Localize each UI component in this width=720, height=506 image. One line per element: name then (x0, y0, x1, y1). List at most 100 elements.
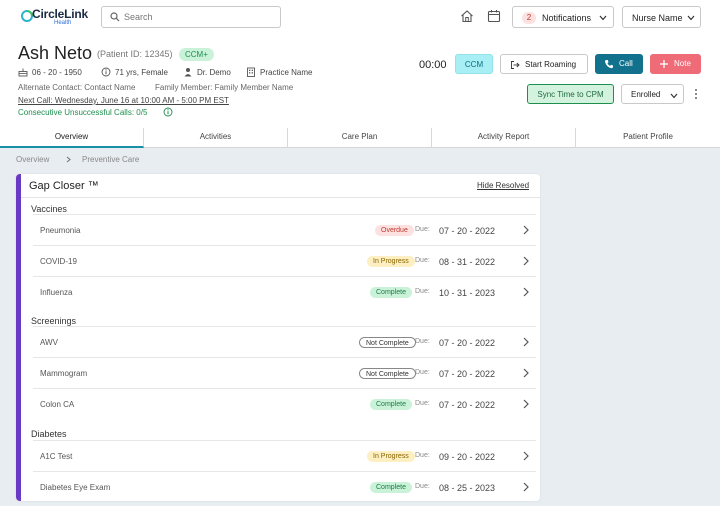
due-date: 08 - 31 - 2022 (439, 257, 496, 267)
sync-time-button[interactable]: Sync Time to CPM (527, 84, 614, 104)
status-badge: Complete (370, 399, 412, 410)
next-call-link[interactable]: Next Call: Wednesday, June 16 at 10:00 A… (18, 96, 229, 105)
due-label: Due: (415, 452, 430, 459)
breadcrumb-overview[interactable]: Overview (16, 155, 49, 164)
info-icon[interactable] (163, 107, 173, 117)
gap-closer-card: Gap Closer ™ Hide Resolved Vaccines Pneum… (16, 174, 540, 501)
tab-care-plan[interactable]: Care Plan (288, 128, 432, 148)
call-label: Call (619, 59, 633, 68)
due-label: Due: (415, 288, 430, 295)
program-badge: CCM+ (179, 48, 214, 61)
tab-activity-report[interactable]: Activity Report (432, 128, 576, 148)
gap-item-row[interactable]: AWV Not Complete Due: 07 - 20 - 2022 (33, 326, 536, 357)
patient-practice-text: Practice Name (260, 68, 313, 77)
gap-item-name: Pneumonia (40, 226, 81, 235)
breadcrumb-preventive-care: Preventive Care (82, 155, 140, 164)
brand-subtitle: Health (54, 20, 72, 26)
circlelink-logo[interactable]: CircleLink Health (20, 6, 90, 28)
chevron-right-icon[interactable] (523, 287, 529, 297)
chevron-right-icon[interactable] (523, 399, 529, 409)
note-button[interactable]: Note (650, 54, 701, 74)
brand-name: CircleLink (32, 7, 89, 21)
search-input[interactable] (124, 9, 274, 25)
person-icon (184, 68, 192, 77)
gap-item-row[interactable]: Pneumonia Overdue Due: 07 - 20 - 2022 (33, 214, 536, 245)
gap-item-row[interactable]: Influenza Complete Due: 10 - 31 - 2023 (33, 276, 536, 307)
gap-item-row[interactable]: Colon CA Complete Due: 07 - 20 - 2022 (33, 388, 536, 419)
chevron-right-icon[interactable] (523, 451, 529, 461)
hide-resolved-link[interactable]: Hide Resolved (477, 181, 529, 190)
notifications-dropdown[interactable]: 2 Notifications (512, 6, 614, 28)
unsuccessful-calls: Consecutive Unsuccessful Calls: 0/5 (18, 107, 173, 117)
gap-item-row[interactable]: Mammogram Not Complete Due: 07 - 20 - 2022 (33, 357, 536, 388)
gap-item-row[interactable]: COVID-19 In Progress Due: 08 - 31 - 2022 (33, 245, 536, 276)
unsuccessful-calls-text: Consecutive Unsuccessful Calls: 0/5 (18, 108, 148, 117)
due-label: Due: (415, 338, 430, 345)
info-icon (101, 67, 111, 77)
breadcrumb: Overview Preventive Care (16, 155, 139, 164)
chevron-right-icon[interactable] (523, 482, 529, 492)
due-label: Due: (415, 257, 430, 264)
calendar-icon[interactable] (487, 9, 501, 23)
patient-name: Ash Neto (18, 43, 93, 63)
gap-item-name: Colon CA (40, 400, 75, 409)
call-button[interactable]: Call (595, 54, 643, 74)
due-label: Due: (415, 400, 430, 407)
section-heading: Screenings (31, 316, 77, 326)
section-heading: Diabetes (31, 429, 67, 439)
enrollment-dropdown[interactable]: Enrolled (621, 84, 684, 104)
status-badge: Not Complete (359, 337, 416, 348)
notifications-label: Notifications (542, 13, 592, 23)
phone-icon (605, 60, 613, 69)
start-roaming-label: Start Roaming (525, 60, 577, 69)
chevron-down-icon (599, 15, 607, 21)
gap-item-row[interactable]: Diabetes Eye Exam Complete Due: 08 - 25 - 2… (33, 471, 536, 501)
status-badge: Complete (370, 482, 412, 493)
status-badge: In Progress (367, 451, 415, 462)
chevron-right-icon (66, 156, 71, 163)
chevron-right-icon[interactable] (523, 256, 529, 266)
search-box[interactable] (101, 6, 281, 28)
due-date: 10 - 31 - 2023 (439, 288, 496, 298)
gap-item-row[interactable]: A1C Test In Progress Due: 09 - 20 - 2022 (33, 440, 536, 471)
section-heading: Vaccines (31, 204, 67, 214)
due-date: 07 - 20 - 2022 (439, 226, 496, 236)
search-icon (110, 12, 120, 22)
gap-item-name: COVID-19 (40, 257, 77, 266)
chevron-right-icon[interactable] (523, 337, 529, 347)
gap-item-name: Mammogram (40, 369, 88, 378)
more-options-icon[interactable] (692, 88, 700, 100)
plus-icon (660, 60, 668, 68)
status-badge: Not Complete (359, 368, 416, 379)
due-date: 07 - 20 - 2022 (439, 369, 496, 379)
tab-activities[interactable]: Activities (144, 128, 288, 148)
start-roaming-button[interactable]: Start Roaming (500, 54, 588, 74)
enrollment-label: Enrolled (631, 90, 661, 99)
alternate-contact: Alternate Contact: Contact Name (18, 83, 136, 92)
cake-icon (18, 68, 28, 77)
tab-overview[interactable]: Overview (0, 128, 144, 148)
notifications-count-badge: 2 (522, 12, 536, 24)
patient-dob-text: 06 - 20 - 1950 (32, 68, 82, 77)
gap-item-name: Influenza (40, 288, 73, 297)
chevron-down-icon (670, 93, 678, 99)
user-menu-dropdown[interactable]: Nurse Name (622, 6, 701, 28)
due-date: 09 - 20 - 2022 (439, 452, 496, 462)
divider (21, 197, 540, 198)
due-date: 07 - 20 - 2022 (439, 400, 496, 410)
status-badge: In Progress (367, 256, 415, 267)
chevron-right-icon[interactable] (523, 225, 529, 235)
patient-doctor-text: Dr. Demo (197, 68, 231, 77)
ccm-button[interactable]: CCM (455, 54, 493, 74)
user-name-label: Nurse Name (632, 13, 683, 23)
home-icon[interactable] (460, 9, 474, 23)
patient-id: (Patient ID: 12345) (97, 49, 173, 59)
family-member: Family Member: Family Member Name (155, 83, 294, 92)
patient-header: Ash Neto (Patient ID: 12345) CCM+ 06 - 2… (0, 34, 720, 128)
tab-patient-profile[interactable]: Patient Profile (576, 128, 720, 148)
due-label: Due: (415, 369, 430, 376)
chevron-right-icon[interactable] (523, 368, 529, 378)
gap-closer-title: Gap Closer ™ (29, 180, 99, 192)
patient-tabs: Overview Activities Care Plan Activity R… (0, 128, 720, 148)
patient-age-sex-text: 71 yrs, Female (115, 68, 168, 77)
